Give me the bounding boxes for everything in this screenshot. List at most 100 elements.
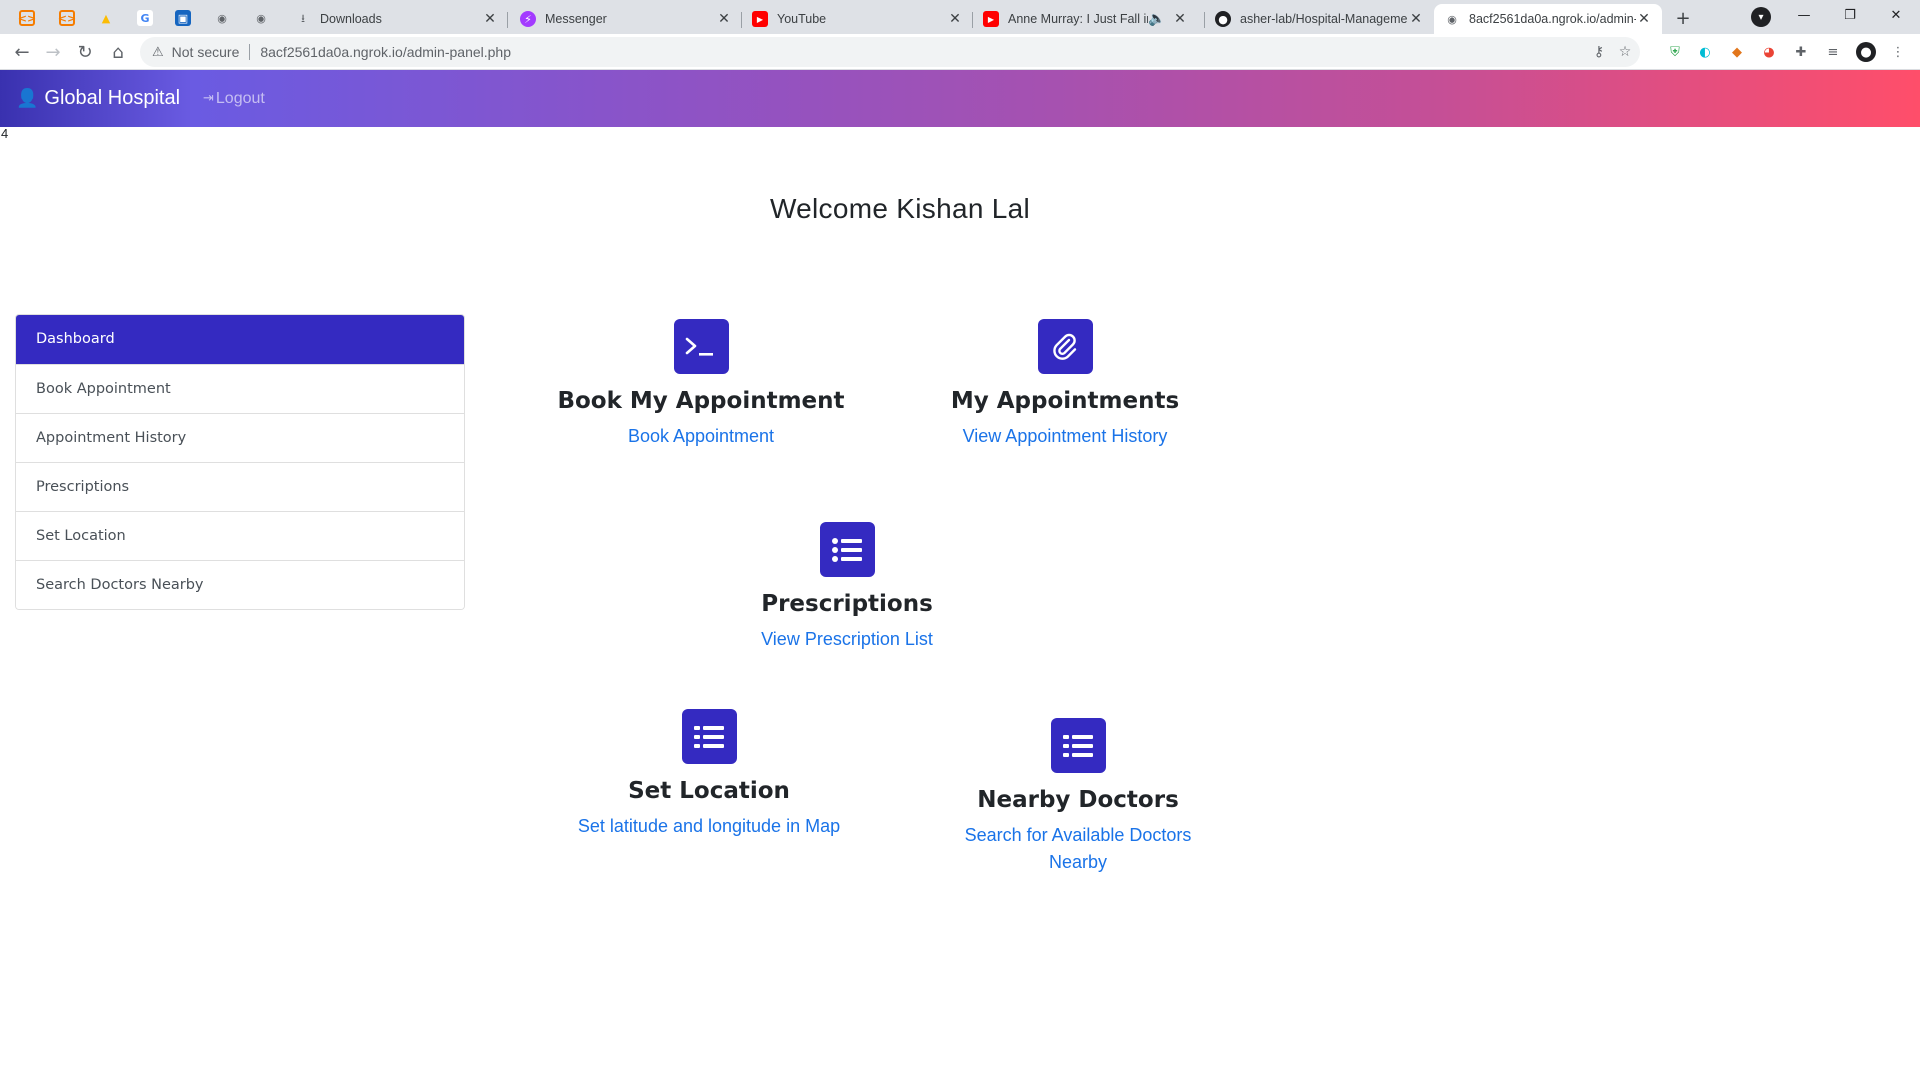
sidebar-menu: Dashboard Book Appointment Appointment H… <box>15 314 465 610</box>
pinned-tab-4[interactable]: G <box>128 5 162 31</box>
user-plus-icon: 👤 <box>16 88 39 109</box>
media-queue-icon[interactable]: ≡ <box>1823 42 1843 62</box>
tab-title: Downloads <box>320 12 382 26</box>
book-appointment-link[interactable]: Book Appointment <box>551 423 851 450</box>
tab-messenger[interactable]: ⚡ Messenger ✕ <box>510 4 742 34</box>
key-icon[interactable]: ⚷ <box>1586 37 1612 67</box>
globe-icon: ◉ <box>256 11 266 25</box>
new-tab-button[interactable]: + <box>1671 6 1695 30</box>
pinned-tab-5[interactable]: ▣ <box>166 5 200 31</box>
code-icon: <> <box>57 10 77 26</box>
tab-youtube[interactable]: ▶ YouTube ✕ <box>742 4 973 34</box>
pinned-tab-6[interactable]: ◉ <box>205 5 239 31</box>
youtube-icon: ▶ <box>752 11 768 27</box>
list-icon <box>1050 718 1106 773</box>
tab-downloads[interactable]: ⭳ Downloads ✕ <box>285 4 508 34</box>
omnibox-divider <box>249 44 251 60</box>
set-location-link[interactable]: Set latitude and longitude in Map <box>559 813 859 840</box>
sidebar-item-set-location[interactable]: Set Location <box>16 511 464 560</box>
shield-extension-icon[interactable]: ⛨ <box>1665 42 1685 62</box>
puzzle-icon[interactable]: ✚ <box>1791 42 1811 62</box>
list-icon <box>681 709 737 764</box>
security-label[interactable]: Not secure <box>172 44 240 60</box>
sidebar-item-book-appointment[interactable]: Book Appointment <box>16 364 464 413</box>
pinned-tab-1[interactable]: <> <box>10 5 44 31</box>
app-icon: ▣ <box>175 10 191 26</box>
warning-icon: ⚠ <box>152 44 164 60</box>
sidebar-item-appointment-history[interactable]: Appointment History <box>16 413 464 462</box>
sidebar-item-dashboard[interactable]: Dashboard <box>16 315 464 364</box>
card-my-appointments: My Appointments View Appointment History <box>915 319 1215 450</box>
search-doctors-link[interactable]: Search for Available Doctors Nearby <box>958 822 1198 876</box>
view-appointment-history-link[interactable]: View Appointment History <box>915 423 1215 450</box>
forward-icon[interactable]: → <box>39 38 67 66</box>
site-navbar: 👤 Global Hospital ⇥ Logout <box>0 70 1920 127</box>
list-icon <box>819 522 875 577</box>
sign-out-icon: ⇥ <box>203 91 214 106</box>
download-icon: ⭳ <box>301 11 305 25</box>
window-close-icon[interactable]: ✕ <box>1873 0 1919 30</box>
card-title: Set Location <box>628 778 790 804</box>
close-icon[interactable]: ✕ <box>1408 11 1424 27</box>
close-icon[interactable]: ✕ <box>1636 11 1652 27</box>
tab-title: Anne Murray: I Just Fall in L <box>1008 12 1148 26</box>
terminal-icon <box>673 319 729 374</box>
tab-title: 8acf2561da0a.ngrok.io/admin- <box>1469 12 1636 26</box>
url-path: /admin-panel.php <box>402 44 511 60</box>
card-title: Nearby Doctors <box>977 787 1179 813</box>
logout-label: Logout <box>215 89 265 107</box>
color-extension-icon[interactable]: ◕ <box>1759 42 1779 62</box>
close-icon[interactable]: ✕ <box>947 11 963 27</box>
logout-link[interactable]: ⇥ Logout <box>203 70 265 127</box>
close-icon[interactable]: ✕ <box>482 11 498 27</box>
minimize-icon[interactable]: — <box>1781 0 1827 30</box>
url-host: 8acf2561da0a.ngrok.io <box>260 44 403 60</box>
extension-icon[interactable]: ◐ <box>1695 42 1715 62</box>
sidebar-item-prescriptions[interactable]: Prescriptions <box>16 462 464 511</box>
card-title: Book My Appointment <box>557 388 845 414</box>
pinned-tab-7[interactable]: ◉ <box>244 5 278 31</box>
tab-github[interactable]: ● asher-lab/Hospital-Manageme ✕ <box>1205 4 1434 34</box>
card-set-location: Set Location Set latitude and longitude … <box>559 709 859 840</box>
close-icon[interactable]: ✕ <box>716 11 732 27</box>
restore-icon[interactable]: ❐ <box>1827 0 1873 30</box>
sidebar-item-search-doctors[interactable]: Search Doctors Nearby <box>16 560 464 609</box>
tab-title: YouTube <box>777 12 827 26</box>
kebab-menu-icon[interactable]: ⋮ <box>1888 42 1908 62</box>
mute-icon[interactable]: 🔈 <box>1148 11 1165 27</box>
messenger-icon: ⚡ <box>520 11 536 27</box>
card-title: Prescriptions <box>761 591 933 617</box>
card-nearby-doctors: Nearby Doctors Search for Available Doct… <box>958 718 1198 876</box>
browser-toolbar: ← → ↻ ⌂ ⚠ Not secure 8acf2561da0a.ngrok.… <box>0 34 1920 70</box>
tab-title: asher-lab/Hospital-Manageme <box>1240 12 1408 26</box>
youtube-icon: ▶ <box>983 11 999 27</box>
tab-title: Messenger <box>545 12 607 26</box>
card-prescriptions: Prescriptions View Prescription List <box>697 522 997 653</box>
back-icon[interactable]: ← <box>8 38 36 66</box>
browser-tab-strip: <> <> ▲ G ▣ ◉ ◉ ⭳ Downloads ✕ ⚡ Messenge… <box>0 0 1920 34</box>
reload-icon[interactable]: ↻ <box>71 38 99 66</box>
brand-link[interactable]: 👤 Global Hospital <box>16 70 180 127</box>
brand-title: Global Hospital <box>44 87 181 109</box>
drive-icon: ▲ <box>101 11 111 25</box>
globe-icon: ◉ <box>217 11 227 25</box>
tab-anne-murray[interactable]: ▶ Anne Murray: I Just Fall in L 🔈 ✕ <box>973 4 1205 34</box>
star-icon[interactable]: ☆ <box>1612 37 1638 67</box>
tab-admin-panel[interactable]: ◉ 8acf2561da0a.ngrok.io/admin- ✕ <box>1434 4 1662 34</box>
pinned-tab-3[interactable]: ▲ <box>89 5 123 31</box>
code-icon: <> <box>17 10 37 26</box>
close-icon[interactable]: ✕ <box>1172 11 1188 27</box>
metamask-icon[interactable]: ◆ <box>1727 42 1747 62</box>
home-icon[interactable]: ⌂ <box>104 38 132 66</box>
stray-text: 4 <box>1 126 9 141</box>
google-icon: G <box>137 10 153 26</box>
view-prescription-list-link[interactable]: View Prescription List <box>697 626 997 653</box>
tab-search-icon[interactable]: ▾ <box>1751 7 1771 27</box>
card-title: My Appointments <box>950 388 1180 414</box>
pinned-tab-2[interactable]: <> <box>50 5 84 31</box>
globe-icon: ◉ <box>1447 12 1457 26</box>
paperclip-icon <box>1037 319 1093 374</box>
card-book-appointment: Book My Appointment Book Appointment <box>551 319 851 450</box>
address-bar[interactable]: ⚠ Not secure 8acf2561da0a.ngrok.io/admin… <box>140 37 1640 67</box>
avatar[interactable]: ● <box>1856 42 1876 62</box>
